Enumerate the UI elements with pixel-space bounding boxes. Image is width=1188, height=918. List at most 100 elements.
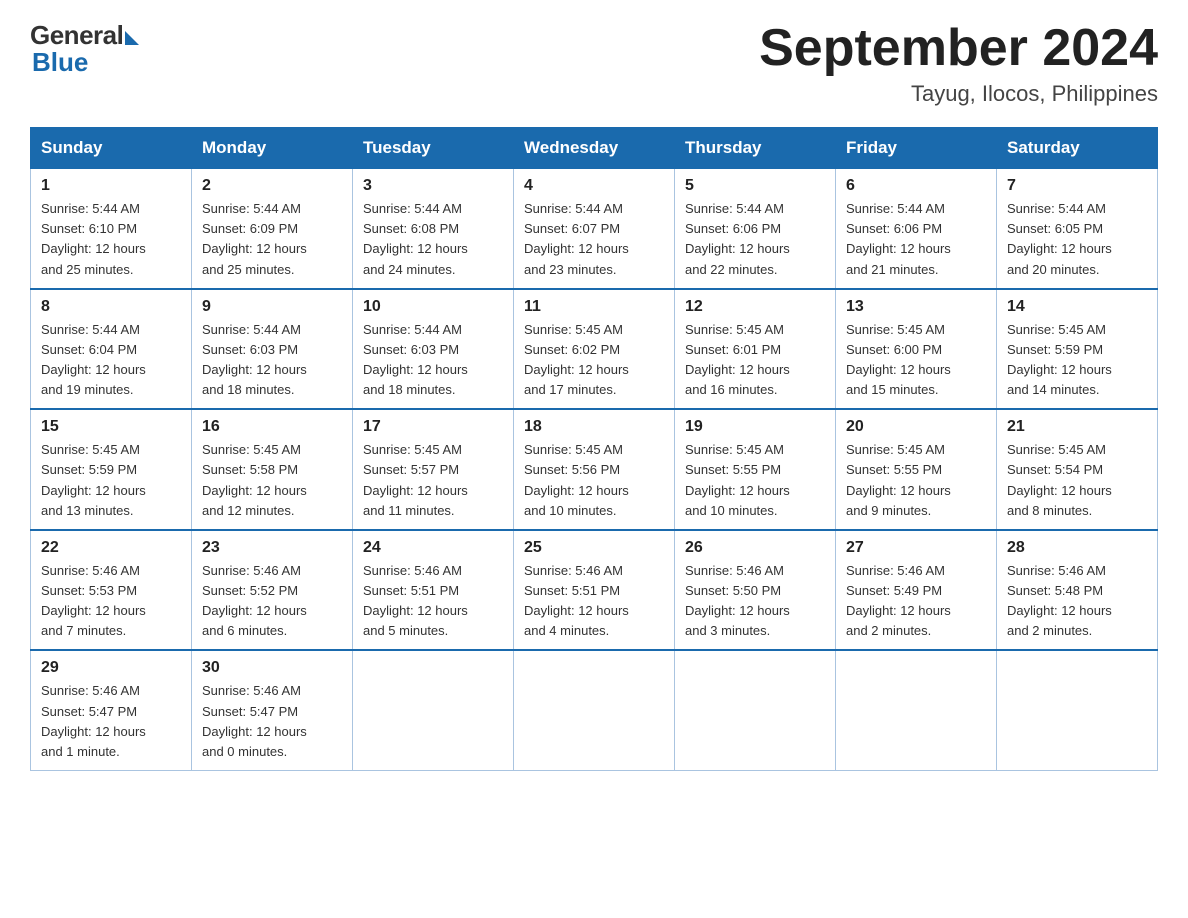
day-number: 14 <box>1007 298 1147 316</box>
logo: General Blue <box>30 20 139 78</box>
title-block: September 2024 Tayug, Ilocos, Philippine… <box>759 20 1158 107</box>
day-number: 5 <box>685 177 825 195</box>
calendar-cell: 6 Sunrise: 5:44 AMSunset: 6:06 PMDaylight… <box>836 169 997 289</box>
day-number: 16 <box>202 418 342 436</box>
calendar-cell: 28 Sunrise: 5:46 AMSunset: 5:48 PMDayligh… <box>997 530 1158 651</box>
calendar-cell <box>675 650 836 770</box>
weekday-header-row: SundayMondayTuesdayWednesdayThursdayFrid… <box>31 128 1158 169</box>
calendar-cell: 22Sunrise: 5:46 AMSunset: 5:53 PMDayligh… <box>31 530 192 651</box>
calendar-week-row: 15 Sunrise: 5:45 AMSunset: 5:59 PMDayligh… <box>31 409 1158 530</box>
day-number: 25 <box>524 539 664 557</box>
day-info: Sunrise: 5:46 AMSunset: 5:51 PMDaylight:… <box>363 561 503 642</box>
day-number: 30 <box>202 659 342 677</box>
day-info: Sunrise: 5:45 AMSunset: 5:56 PMDaylight:… <box>524 440 664 521</box>
day-info: Sunrise: 5:45 AMSunset: 6:00 PMDaylight:… <box>846 320 986 401</box>
calendar-cell: 24 Sunrise: 5:46 AMSunset: 5:51 PMDayligh… <box>353 530 514 651</box>
day-info: Sunrise: 5:44 AMSunset: 6:03 PMDaylight:… <box>363 320 503 401</box>
calendar-cell <box>997 650 1158 770</box>
day-number: 8 <box>41 298 181 316</box>
day-info: Sunrise: 5:46 AMSunset: 5:48 PMDaylight:… <box>1007 561 1147 642</box>
day-info: Sunrise: 5:45 AMSunset: 5:57 PMDaylight:… <box>363 440 503 521</box>
calendar-cell <box>514 650 675 770</box>
day-info: Sunrise: 5:44 AMSunset: 6:07 PMDaylight:… <box>524 199 664 280</box>
calendar-cell: 8 Sunrise: 5:44 AMSunset: 6:04 PMDaylight… <box>31 289 192 410</box>
day-info: Sunrise: 5:45 AMSunset: 5:59 PMDaylight:… <box>1007 320 1147 401</box>
weekday-header-sunday: Sunday <box>31 128 192 169</box>
calendar-table: SundayMondayTuesdayWednesdayThursdayFrid… <box>30 127 1158 771</box>
calendar-cell: 15 Sunrise: 5:45 AMSunset: 5:59 PMDayligh… <box>31 409 192 530</box>
day-number: 26 <box>685 539 825 557</box>
day-number: 7 <box>1007 177 1147 195</box>
day-info: Sunrise: 5:44 AMSunset: 6:03 PMDaylight:… <box>202 320 342 401</box>
month-title: September 2024 <box>759 20 1158 77</box>
weekday-header-wednesday: Wednesday <box>514 128 675 169</box>
calendar-cell: 18 Sunrise: 5:45 AMSunset: 5:56 PMDayligh… <box>514 409 675 530</box>
day-number: 15 <box>41 418 181 436</box>
day-info: Sunrise: 5:45 AMSunset: 5:55 PMDaylight:… <box>685 440 825 521</box>
calendar-cell: 5 Sunrise: 5:44 AMSunset: 6:06 PMDaylight… <box>675 169 836 289</box>
day-number: 18 <box>524 418 664 436</box>
calendar-cell: 11 Sunrise: 5:45 AMSunset: 6:02 PMDayligh… <box>514 289 675 410</box>
day-number: 24 <box>363 539 503 557</box>
logo-blue-text: Blue <box>32 47 88 78</box>
day-info: Sunrise: 5:45 AMSunset: 5:59 PMDaylight:… <box>41 440 181 521</box>
day-info: Sunrise: 5:45 AMSunset: 5:55 PMDaylight:… <box>846 440 986 521</box>
day-info: Sunrise: 5:45 AMSunset: 5:54 PMDaylight:… <box>1007 440 1147 521</box>
day-info: Sunrise: 5:44 AMSunset: 6:04 PMDaylight:… <box>41 320 181 401</box>
calendar-cell: 2Sunrise: 5:44 AMSunset: 6:09 PMDaylight… <box>192 169 353 289</box>
calendar-cell: 26 Sunrise: 5:46 AMSunset: 5:50 PMDayligh… <box>675 530 836 651</box>
day-number: 9 <box>202 298 342 316</box>
calendar-week-row: 1Sunrise: 5:44 AMSunset: 6:10 PMDaylight… <box>31 169 1158 289</box>
weekday-header-thursday: Thursday <box>675 128 836 169</box>
day-number: 19 <box>685 418 825 436</box>
weekday-header-friday: Friday <box>836 128 997 169</box>
day-number: 4 <box>524 177 664 195</box>
day-info: Sunrise: 5:44 AMSunset: 6:06 PMDaylight:… <box>846 199 986 280</box>
calendar-cell: 30 Sunrise: 5:46 AMSunset: 5:47 PMDayligh… <box>192 650 353 770</box>
day-number: 29 <box>41 659 181 677</box>
page-header: General Blue September 2024 Tayug, Iloco… <box>30 20 1158 107</box>
day-info: Sunrise: 5:45 AMSunset: 6:02 PMDaylight:… <box>524 320 664 401</box>
day-number: 10 <box>363 298 503 316</box>
weekday-header-saturday: Saturday <box>997 128 1158 169</box>
calendar-cell: 20Sunrise: 5:45 AMSunset: 5:55 PMDayligh… <box>836 409 997 530</box>
calendar-cell: 25 Sunrise: 5:46 AMSunset: 5:51 PMDayligh… <box>514 530 675 651</box>
day-info: Sunrise: 5:46 AMSunset: 5:52 PMDaylight:… <box>202 561 342 642</box>
logo-triangle-icon <box>125 31 139 45</box>
location-title: Tayug, Ilocos, Philippines <box>759 81 1158 107</box>
calendar-cell: 13 Sunrise: 5:45 AMSunset: 6:00 PMDayligh… <box>836 289 997 410</box>
weekday-header-tuesday: Tuesday <box>353 128 514 169</box>
calendar-cell: 3 Sunrise: 5:44 AMSunset: 6:08 PMDaylight… <box>353 169 514 289</box>
day-number: 6 <box>846 177 986 195</box>
day-info: Sunrise: 5:46 AMSunset: 5:53 PMDaylight:… <box>41 561 181 642</box>
calendar-cell: 10 Sunrise: 5:44 AMSunset: 6:03 PMDayligh… <box>353 289 514 410</box>
day-info: Sunrise: 5:44 AMSunset: 6:06 PMDaylight:… <box>685 199 825 280</box>
day-info: Sunrise: 5:46 AMSunset: 5:51 PMDaylight:… <box>524 561 664 642</box>
day-number: 23 <box>202 539 342 557</box>
day-number: 11 <box>524 298 664 316</box>
calendar-cell: 16 Sunrise: 5:45 AMSunset: 5:58 PMDayligh… <box>192 409 353 530</box>
day-number: 27 <box>846 539 986 557</box>
calendar-cell <box>836 650 997 770</box>
calendar-week-row: 8 Sunrise: 5:44 AMSunset: 6:04 PMDaylight… <box>31 289 1158 410</box>
day-info: Sunrise: 5:46 AMSunset: 5:47 PMDaylight:… <box>41 681 181 762</box>
calendar-cell: 7Sunrise: 5:44 AMSunset: 6:05 PMDaylight… <box>997 169 1158 289</box>
day-number: 3 <box>363 177 503 195</box>
calendar-cell <box>353 650 514 770</box>
day-number: 28 <box>1007 539 1147 557</box>
day-info: Sunrise: 5:44 AMSunset: 6:09 PMDaylight:… <box>202 199 342 280</box>
weekday-header-monday: Monday <box>192 128 353 169</box>
day-info: Sunrise: 5:45 AMSunset: 6:01 PMDaylight:… <box>685 320 825 401</box>
day-number: 21 <box>1007 418 1147 436</box>
calendar-cell: 21 Sunrise: 5:45 AMSunset: 5:54 PMDayligh… <box>997 409 1158 530</box>
day-info: Sunrise: 5:46 AMSunset: 5:50 PMDaylight:… <box>685 561 825 642</box>
calendar-week-row: 22Sunrise: 5:46 AMSunset: 5:53 PMDayligh… <box>31 530 1158 651</box>
day-info: Sunrise: 5:46 AMSunset: 5:47 PMDaylight:… <box>202 681 342 762</box>
day-info: Sunrise: 5:44 AMSunset: 6:10 PMDaylight:… <box>41 199 181 280</box>
day-info: Sunrise: 5:44 AMSunset: 6:08 PMDaylight:… <box>363 199 503 280</box>
calendar-cell: 27Sunrise: 5:46 AMSunset: 5:49 PMDayligh… <box>836 530 997 651</box>
calendar-cell: 14 Sunrise: 5:45 AMSunset: 5:59 PMDayligh… <box>997 289 1158 410</box>
day-info: Sunrise: 5:45 AMSunset: 5:58 PMDaylight:… <box>202 440 342 521</box>
day-number: 17 <box>363 418 503 436</box>
day-number: 13 <box>846 298 986 316</box>
